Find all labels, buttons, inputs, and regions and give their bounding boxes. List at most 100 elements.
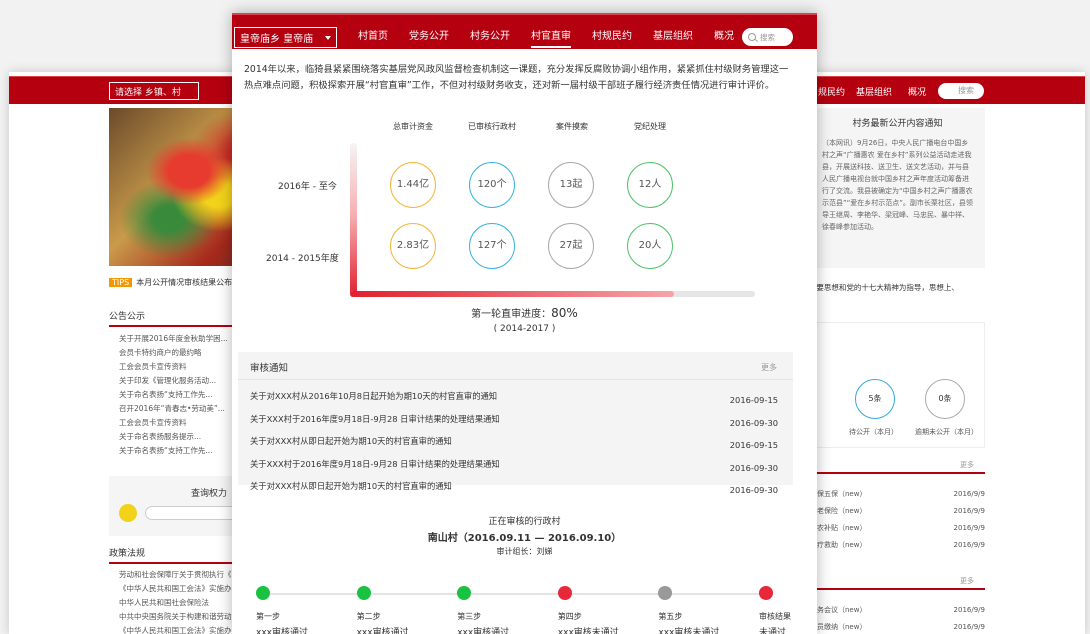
- column-header: 已审核行政村: [468, 122, 516, 131]
- step-dot: [759, 586, 773, 600]
- notice-text: 关于对XXX村从2016年10月8日起开始为期10天的村官直审的通知: [250, 391, 498, 401]
- stat-label: 待公开（本月）: [849, 428, 898, 436]
- progress-range: ( 2014-2017 ): [493, 324, 556, 334]
- search-placeholder: 搜索: [760, 32, 775, 42]
- step-name: 第二步: [356, 612, 381, 621]
- nav-direct-audit[interactable]: 村官直审: [531, 27, 571, 48]
- town-select[interactable]: 皇帝庙乡 皇帝庙: [234, 27, 337, 48]
- more-link[interactable]: 更多: [960, 576, 974, 586]
- step-status-link[interactable]: xxx审核通过: [256, 625, 308, 634]
- step-name: 第四步: [557, 612, 582, 621]
- step-status-link[interactable]: xxx审核通过: [457, 625, 509, 634]
- village-notice-title: 村务最新公开内容通知: [852, 119, 943, 129]
- stat-circle-villages-2016: 120个: [469, 162, 515, 208]
- list-item[interactable]: 关于对XXX村从2016年10月8日起开始为期10天的村官直审的通知 2016-0…: [250, 387, 778, 410]
- row-label: 2014 - 2015年度: [266, 254, 339, 264]
- public-list-2: 村务会议（new） 2016/9/9 党员缴纳（new） 2016/9/9: [810, 602, 985, 634]
- notice-text: 关于对XXX村从即日起开始为期10天的村官直审的通知: [250, 481, 452, 491]
- list-item[interactable]: 关于对XXX村从即日起开始为期10天的村官直审的通知 2016-09-30: [250, 477, 778, 500]
- step-name: 审核结果: [759, 612, 791, 621]
- nav-overview[interactable]: 概况: [714, 27, 734, 48]
- stat-circle-funds-2016: 1.44亿: [390, 162, 436, 208]
- chevron-down-icon: [325, 35, 331, 40]
- progress-fill: [350, 291, 674, 297]
- nav-item[interactable]: 概况: [908, 85, 926, 98]
- notice-text: 关于XXX村于2016年度9月18日-9月28 日审计结果的处理结果通知: [250, 458, 500, 469]
- audit-notice-panel: 审核通知 更多 关于对XXX村从2016年10月8日起开始为期10天的村官直审的…: [238, 352, 793, 495]
- step-status-link[interactable]: xxx审核未通过: [658, 625, 719, 634]
- search-input[interactable]: 搜索: [742, 28, 793, 46]
- public-stats-panel: 有） 5条 待公开（本月） 0条 逾期未公开（本月）: [790, 322, 985, 448]
- progress-label: 第一轮直审进度：: [471, 309, 552, 320]
- intro-text: 2014年以来，临猗县紧紧围绕落实基层党风政风监督检查机制这一课题，充分发挥反腐…: [244, 64, 789, 91]
- step-dot: [256, 586, 270, 600]
- quote-text: 代表”重要思想和党的十七大精神为指导，思想上、: [790, 283, 959, 292]
- divider: [238, 379, 793, 380]
- stat-circle-discipline-2014: 20人: [627, 223, 673, 269]
- step-status-link[interactable]: xxx审核通过: [357, 625, 409, 634]
- stat-label: 逾期未公开（本月）: [915, 428, 978, 436]
- stat-circle-cases-2016: 13起: [548, 162, 594, 208]
- stat-circle-villages-2014: 127个: [469, 223, 515, 269]
- progress-text: 第一轮直审进度：80%: [232, 305, 817, 320]
- current-village: 南山村（2016.09.11 — 2016.09.10）: [427, 533, 622, 544]
- audit-leader: 审计组长：刘娣: [496, 547, 553, 556]
- list-item[interactable]: 惠农补贴（new） 2016/9/9: [810, 520, 985, 537]
- town-select-value: 皇帝庙乡 皇帝庙: [240, 34, 314, 45]
- audit-notice-title: 审核通知: [250, 363, 289, 374]
- step-dot: [658, 586, 673, 600]
- nav-party-affairs[interactable]: 党务公开: [409, 27, 449, 48]
- main-window: 皇帝庙乡 皇帝庙 村首页 党务公开 村务公开 村官直审 村规民约 基层组织 概况…: [232, 13, 817, 634]
- step-name: 第五步: [658, 612, 683, 621]
- nav-village-rules[interactable]: 村规民约: [592, 27, 632, 48]
- stat-circle-cases-2014: 27起: [548, 223, 594, 269]
- nav-village-affairs[interactable]: 村务公开: [470, 27, 510, 48]
- progress-value: 80%: [551, 306, 578, 320]
- top-nav-bar: 皇帝庙乡 皇帝庙 村首页 党务公开 村务公开 村官直审 村规民约 基层组织 概况…: [232, 13, 817, 49]
- list-item[interactable]: 养老保险（new） 2016/9/9: [810, 503, 985, 520]
- back-left-town-select[interactable]: 请选择 乡镇、村: [109, 82, 199, 100]
- list-item[interactable]: 村务会议（new） 2016/9/9: [810, 602, 985, 619]
- audit-more-link[interactable]: 更多: [761, 362, 777, 373]
- stat-circle-funds-2014: 2.83亿: [390, 223, 436, 269]
- notice-date: 2016-09-15: [729, 395, 778, 405]
- step-name: 第一步: [256, 612, 280, 621]
- divider: [810, 472, 985, 474]
- column-header: 党纪处理: [634, 122, 666, 131]
- list-item[interactable]: 关于XXX村于2016年度9月18日-9月28 日审计结果的处理结果通知 2016…: [250, 410, 778, 433]
- nav-grassroots[interactable]: 基层组织: [653, 27, 693, 48]
- list-item[interactable]: 关于对XXX村从即日起开始为期10天的村官直审的通知 2016-09-15: [250, 432, 778, 455]
- nav-item[interactable]: 规民约: [818, 85, 845, 98]
- step-status-link[interactable]: xxx审核未通过: [558, 625, 619, 634]
- step-name: 第三步: [457, 612, 482, 621]
- tips-text[interactable]: 本月公开情况审核结果公布：: [136, 278, 240, 287]
- nav-item[interactable]: 基层组织: [856, 85, 892, 98]
- notice-text: 关于对XXX村从即日起开始为期10天的村官直审的通知: [250, 436, 452, 446]
- back-right-search[interactable]: 搜索: [938, 83, 984, 99]
- stat-circle-discipline-2016: 12人: [627, 162, 673, 208]
- audit-notice-list: 关于对XXX村从2016年10月8日起开始为期10天的村官直审的通知 2016-0…: [250, 387, 778, 500]
- notice-date: 2016-09-30: [729, 462, 778, 473]
- step-status-link[interactable]: 未通过: [759, 625, 786, 634]
- back-right-topbar: 规民约 基层组织 概况 搜索: [790, 76, 1085, 104]
- main-nav: 村首页 党务公开 村务公开 村官直审 村规民约 基层组织 概况: [358, 27, 755, 48]
- divider: [810, 588, 985, 590]
- row-label: 2016年 - 至今: [278, 182, 337, 192]
- notice-date: 2016-09-30: [729, 485, 778, 495]
- step-dot: [356, 586, 371, 600]
- list-item[interactable]: 医疗救助（new） 2016/9/9: [810, 537, 985, 554]
- lightbulb-icon: [119, 504, 137, 522]
- more-link[interactable]: 更多: [960, 460, 974, 470]
- step-dot: [457, 586, 472, 600]
- notice-text: 关于XXX村于2016年度9月18日-9月28 日审计结果的处理结果通知: [250, 413, 500, 424]
- list-item[interactable]: 党员缴纳（new） 2016/9/9: [810, 619, 985, 634]
- list-item[interactable]: 低保五保（new） 2016/9/9: [810, 486, 985, 503]
- column-header: 案件摸索: [556, 122, 588, 131]
- search-icon: [748, 33, 756, 41]
- nav-home[interactable]: 村首页: [358, 27, 388, 48]
- current-audit-title: 正在审核的行政村: [488, 517, 561, 527]
- list-item[interactable]: 关于XXX村于2016年度9月18日-9月28 日审计结果的处理结果通知 2016…: [250, 455, 778, 478]
- stat-circle: 0条: [925, 379, 965, 419]
- timeline-vertical-bar: [350, 143, 357, 297]
- step-dot: [557, 586, 572, 600]
